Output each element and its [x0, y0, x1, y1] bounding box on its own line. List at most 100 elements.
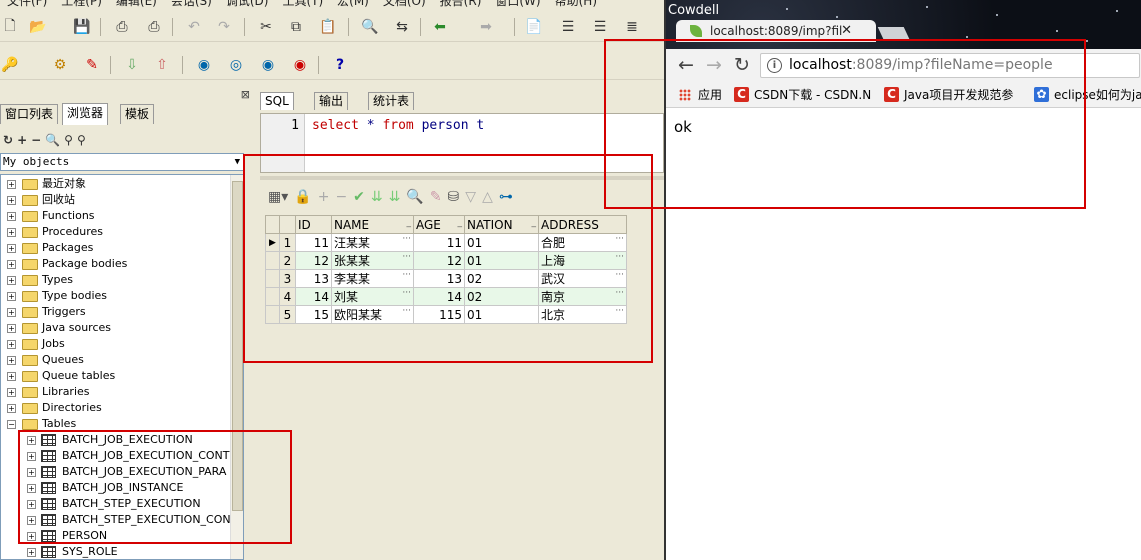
menu-project[interactable]: 工程(P): [54, 0, 109, 10]
menu-window[interactable]: 窗口(W): [488, 0, 547, 10]
explain-icon[interactable]: ◉: [194, 55, 214, 75]
tree-folder[interactable]: + Jobs: [1, 336, 241, 352]
document-icon[interactable]: 📄: [524, 17, 544, 37]
expand-icon[interactable]: +: [7, 276, 16, 285]
tab-statistics[interactable]: 统计表: [368, 92, 415, 110]
save-icon[interactable]: 💾: [72, 17, 92, 37]
sql-icon[interactable]: ◎: [226, 55, 246, 75]
tab-browser[interactable]: 浏览器: [62, 103, 109, 125]
expand-icon[interactable]: +: [7, 404, 16, 413]
object-filter-select[interactable]: My objects ▼: [0, 153, 244, 171]
tree-folder[interactable]: + Directories: [1, 400, 241, 416]
expand-icon[interactable]: +: [7, 372, 16, 381]
tree-folder[interactable]: + Types: [1, 272, 241, 288]
gear-icon[interactable]: ⚙: [50, 55, 70, 75]
menu-help[interactable]: 帮助(H): [548, 0, 604, 10]
session-toolbar: 🔑 ⚙ ✎ ⇩ ⇧ ◉ ◎ ◉ ◉ ?: [0, 50, 664, 80]
menu-edit[interactable]: 编辑(E): [109, 0, 164, 10]
folder-icon: [22, 259, 38, 270]
tree-folder[interactable]: + Triggers: [1, 304, 241, 320]
open-folder-icon[interactable]: 📂: [28, 17, 48, 37]
collapse-icon[interactable]: −: [7, 420, 16, 429]
tab-templates[interactable]: 模板: [120, 104, 155, 124]
expand-icon[interactable]: +: [7, 244, 16, 253]
format-icon[interactable]: ≣: [622, 17, 642, 37]
print-preview-icon[interactable]: ⎙: [144, 17, 164, 37]
expand-icon[interactable]: +: [7, 228, 16, 237]
menu-macro[interactable]: 宏(M): [330, 0, 376, 10]
forward-arrow-icon[interactable]: ➡: [476, 17, 496, 37]
tree-folder[interactable]: + Queues: [1, 352, 241, 368]
tree-table-item[interactable]: + SYS_ROLE: [1, 544, 241, 559]
unindent-icon[interactable]: ☰: [590, 17, 610, 37]
tab-sql[interactable]: SQL: [260, 92, 294, 110]
rollback-icon[interactable]: ⇧: [152, 55, 172, 75]
back-arrow-icon[interactable]: ⬅: [430, 17, 450, 37]
expand-icon[interactable]: +: [7, 196, 16, 205]
menu-file[interactable]: 文件(F): [0, 0, 54, 10]
tree-folder[interactable]: + Queue tables: [1, 368, 241, 384]
tab-output[interactable]: 输出: [314, 92, 349, 110]
tab-window-list[interactable]: 窗口列表: [0, 104, 59, 124]
find-icon[interactable]: 🔍: [360, 17, 380, 37]
expand-icon[interactable]: +: [7, 308, 16, 317]
tree-folder[interactable]: + Package bodies: [1, 256, 241, 272]
tree-folder[interactable]: + Java sources: [1, 320, 241, 336]
folder-icon: [22, 179, 38, 190]
tree-folder[interactable]: + Procedures: [1, 224, 241, 240]
filter-icon[interactable]: ⚲: [64, 133, 73, 147]
folder-icon: [22, 227, 38, 238]
execute-icon[interactable]: ◉: [258, 55, 278, 75]
expand-icon[interactable]: +: [7, 292, 16, 301]
expand-icon[interactable]: +: [7, 212, 16, 221]
stop-icon[interactable]: ◉: [290, 55, 310, 75]
expand-icon[interactable]: +: [7, 260, 16, 269]
add-icon[interactable]: +: [17, 133, 27, 147]
chevron-down-icon: ▼: [234, 157, 240, 167]
paste-icon[interactable]: 📋: [318, 17, 338, 37]
menu-documents[interactable]: 文档(O): [376, 0, 433, 10]
indent-icon[interactable]: ☰: [558, 17, 578, 37]
expand-icon[interactable]: +: [7, 324, 16, 333]
expand-icon[interactable]: +: [7, 340, 16, 349]
menu-reports[interactable]: 报告(R): [433, 0, 489, 10]
filter-edit-icon[interactable]: ⚲: [77, 133, 86, 147]
tree-folder-label: Type bodies: [42, 289, 108, 302]
tree-folder-label: 回收站: [42, 193, 75, 206]
tree-folder[interactable]: + Packages: [1, 240, 241, 256]
highlight-browser-request: [604, 39, 1086, 209]
redo-icon[interactable]: ↷: [214, 17, 234, 37]
window-title: Cowdell: [668, 3, 720, 18]
folder-icon: [22, 275, 38, 286]
expand-icon[interactable]: +: [27, 548, 36, 557]
expand-icon[interactable]: +: [7, 180, 16, 189]
menu-debug[interactable]: 调试(D): [219, 0, 276, 10]
replace-icon[interactable]: ⇆: [392, 17, 412, 37]
new-icon[interactable]: 🗋: [0, 17, 20, 37]
expand-icon[interactable]: +: [7, 388, 16, 397]
tree-folder-label: 最近对象: [42, 177, 86, 190]
undo-icon[interactable]: ↶: [184, 17, 204, 37]
refresh-icon[interactable]: ↻: [3, 133, 13, 147]
remove-icon[interactable]: −: [31, 133, 41, 147]
help-icon[interactable]: ?: [330, 55, 350, 75]
folder-icon: [22, 307, 38, 318]
break-icon[interactable]: ✎: [82, 55, 102, 75]
copy-icon[interactable]: ⧉: [286, 17, 306, 37]
cut-icon[interactable]: ✂: [256, 17, 276, 37]
expand-icon[interactable]: +: [7, 356, 16, 365]
tree-folder[interactable]: + 最近对象: [1, 176, 241, 192]
highlight-query-results: [243, 154, 653, 363]
menu-session[interactable]: 会话(S): [164, 0, 219, 10]
key-icon[interactable]: 🔑: [0, 55, 20, 75]
print-icon[interactable]: ⎙: [112, 17, 132, 37]
close-icon[interactable]: ⊠: [241, 88, 250, 101]
tree-folder[interactable]: + Functions: [1, 208, 241, 224]
tree-folder[interactable]: + Type bodies: [1, 288, 241, 304]
menu-bar: 文件(F) 工程(P) 编辑(E) 会话(S) 调试(D) 工具(T) 宏(M)…: [0, 0, 664, 10]
menu-tools[interactable]: 工具(T): [275, 0, 330, 10]
tree-folder[interactable]: + 回收站: [1, 192, 241, 208]
find-icon[interactable]: 🔍: [45, 133, 60, 147]
commit-icon[interactable]: ⇩: [122, 55, 142, 75]
tree-folder[interactable]: + Libraries: [1, 384, 241, 400]
